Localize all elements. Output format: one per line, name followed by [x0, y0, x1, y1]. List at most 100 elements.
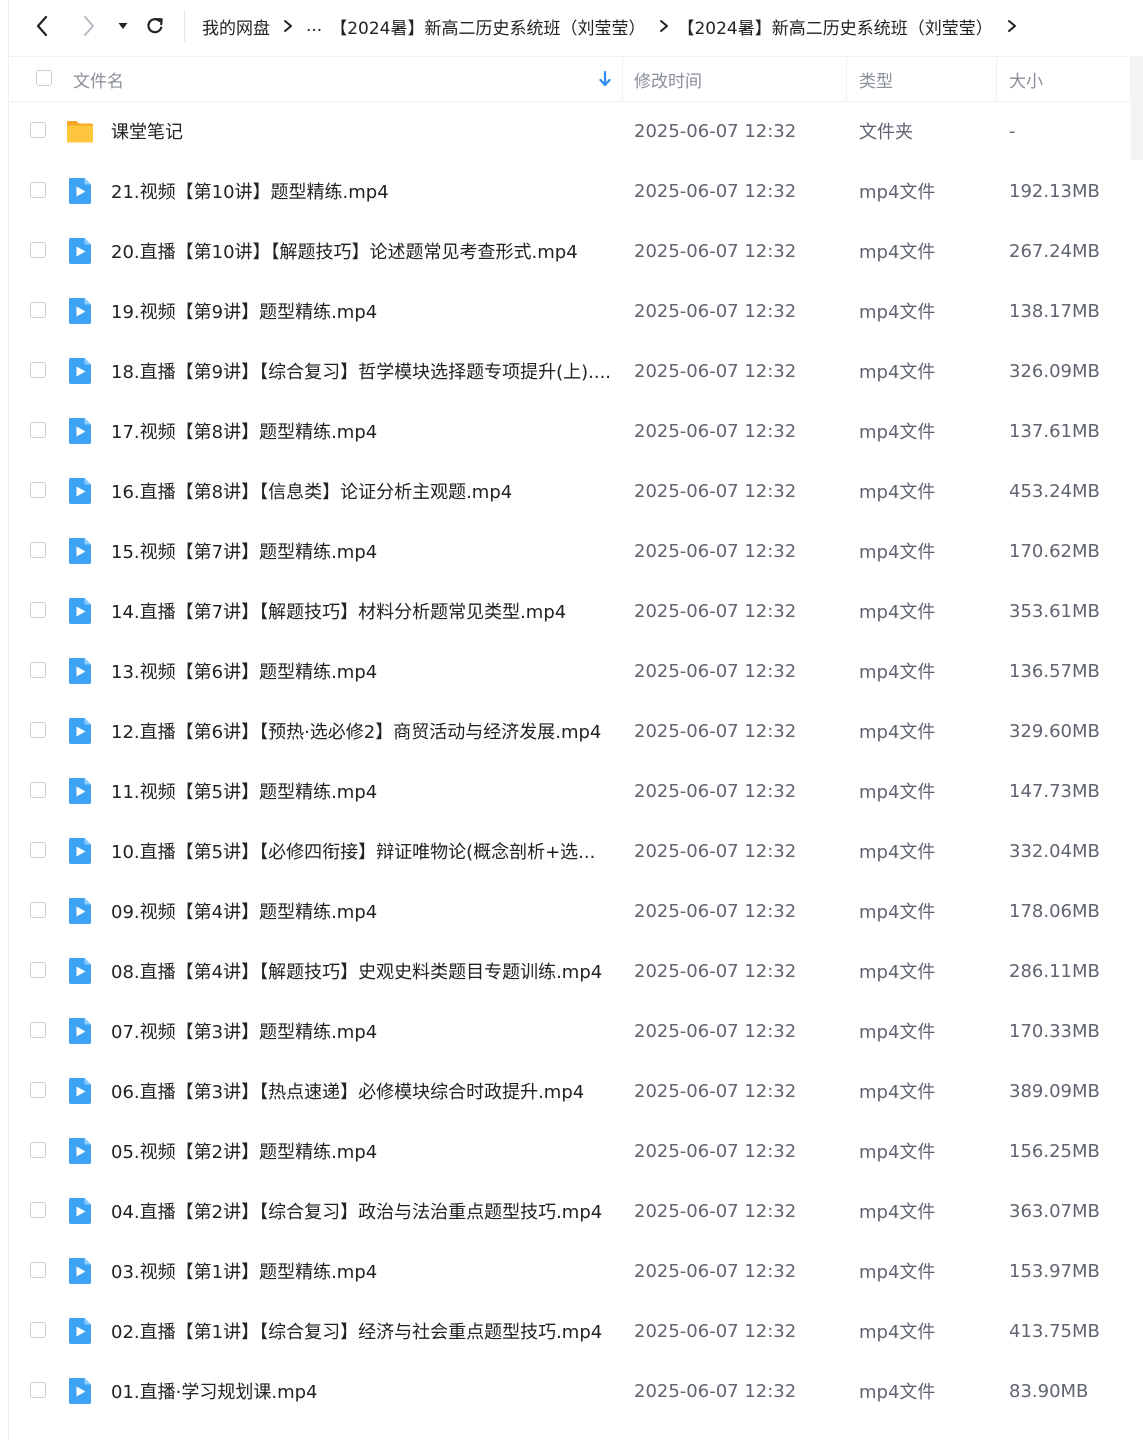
row-checkbox[interactable]: [30, 242, 46, 258]
file-name[interactable]: 04.直播【第2讲】【综合复习】政治与法治重点题型技巧.mp4: [111, 1181, 611, 1241]
row-checkbox[interactable]: [30, 662, 46, 678]
table-row[interactable]: 03.视频【第1讲】题型精练.mp4 2025-06-07 12:32 mp4文件 1…: [10, 1241, 1130, 1301]
column-header-type[interactable]: 类型: [859, 57, 893, 101]
table-row[interactable]: 17.视频【第8讲】题型精练.mp4 2025-06-07 12:32 mp4文件 1…: [10, 401, 1130, 461]
table-row[interactable]: 04.直播【第2讲】【综合复习】政治与法治重点题型技巧.mp4 2025-06-0…: [10, 1181, 1130, 1241]
file-modified: 2025-06-07 12:32: [634, 1020, 797, 1042]
table-row[interactable]: 13.视频【第6讲】题型精练.mp4 2025-06-07 12:32 mp4文件 1…: [10, 641, 1130, 701]
column-divider[interactable]: [996, 57, 997, 101]
file-name[interactable]: 07.视频【第3讲】题型精练.mp4: [111, 1001, 611, 1061]
row-checkbox[interactable]: [30, 542, 46, 558]
file-size: 363.07MB: [1009, 1200, 1100, 1222]
chevron-right-icon[interactable]: [1007, 19, 1017, 33]
column-header-name[interactable]: 文件名: [73, 57, 124, 101]
breadcrumb-item-ellipsis[interactable]: ...: [306, 16, 322, 36]
file-modified: 2025-06-07 12:32: [634, 840, 797, 862]
row-checkbox[interactable]: [30, 1262, 46, 1278]
file-name[interactable]: 17.视频【第8讲】题型精练.mp4: [111, 401, 611, 461]
row-checkbox[interactable]: [30, 1082, 46, 1098]
table-row[interactable]: 01.直播·学习规划课.mp4 2025-06-07 12:32 mp4文件 83.9…: [10, 1361, 1130, 1421]
file-name[interactable]: 02.直播【第1讲】【综合复习】经济与社会重点题型技巧.mp4: [111, 1301, 611, 1361]
file-name[interactable]: 05.视频【第2讲】题型精练.mp4: [111, 1121, 611, 1181]
file-name[interactable]: 03.视频【第1讲】题型精练.mp4: [111, 1241, 611, 1301]
table-row[interactable]: 07.视频【第3讲】题型精练.mp4 2025-06-07 12:32 mp4文件 1…: [10, 1001, 1130, 1061]
file-modified: 2025-06-07 12:32: [634, 1080, 797, 1102]
file-name[interactable]: 06.直播【第3讲】【热点速递】必修模块综合时政提升.mp4: [111, 1061, 611, 1121]
row-checkbox[interactable]: [30, 362, 46, 378]
video-file-icon: [66, 837, 94, 865]
file-name[interactable]: 19.视频【第9讲】题型精练.mp4: [111, 281, 611, 341]
row-checkbox[interactable]: [30, 1382, 46, 1398]
back-button[interactable]: [28, 10, 56, 42]
file-name[interactable]: 21.视频【第10讲】题型精练.mp4: [111, 161, 611, 221]
file-name[interactable]: 12.直播【第6讲】【预热·选必修2】商贸活动与经济发展.mp4: [111, 701, 611, 761]
table-row[interactable]: 05.视频【第2讲】题型精练.mp4 2025-06-07 12:32 mp4文件 1…: [10, 1121, 1130, 1181]
table-row[interactable]: 18.直播【第9讲】【综合复习】哲学模块选择题专项提升(上).... 2025-0…: [10, 341, 1130, 401]
table-row[interactable]: 15.视频【第7讲】题型精练.mp4 2025-06-07 12:32 mp4文件 1…: [10, 521, 1130, 581]
file-modified: 2025-06-07 12:32: [634, 660, 797, 682]
sort-desc-icon[interactable]: [599, 57, 611, 101]
row-checkbox[interactable]: [30, 482, 46, 498]
table-row[interactable]: 14.直播【第7讲】【解题技巧】材料分析题常见类型.mp4 2025-06-07 …: [10, 581, 1130, 641]
table-row[interactable]: 20.直播【第10讲】【解题技巧】论述题常见考查形式.mp4 2025-06-07…: [10, 221, 1130, 281]
file-name[interactable]: 09.视频【第4讲】题型精练.mp4: [111, 881, 611, 941]
row-checkbox[interactable]: [30, 602, 46, 618]
video-file-icon: [66, 537, 94, 565]
file-type: mp4文件: [859, 842, 936, 863]
forward-button[interactable]: [75, 10, 103, 42]
breadcrumb-item-current[interactable]: 【2024暑】新高二历史系统班（刘莹莹）: [677, 14, 992, 39]
row-checkbox[interactable]: [30, 1142, 46, 1158]
file-modified: 2025-06-07 12:32: [634, 540, 797, 562]
row-checkbox[interactable]: [30, 782, 46, 798]
file-name-text: 01.直播·学习规划课.mp4: [111, 1382, 318, 1403]
file-name[interactable]: 10.直播【第5讲】【必修四衔接】辩证唯物论(概念剖析+选...: [111, 821, 611, 881]
history-dropdown-button[interactable]: [110, 10, 136, 42]
table-row[interactable]: 12.直播【第6讲】【预热·选必修2】商贸活动与经济发展.mp4 2025-06-…: [10, 701, 1130, 761]
table-row[interactable]: 21.视频【第10讲】题型精练.mp4 2025-06-07 12:32 mp4文件…: [10, 161, 1130, 221]
file-name[interactable]: 课堂笔记: [111, 101, 611, 161]
video-file-icon: [66, 657, 94, 685]
table-row[interactable]: 02.直播【第1讲】【综合复习】经济与社会重点题型技巧.mp4 2025-06-0…: [10, 1301, 1130, 1361]
file-size: 170.62MB: [1009, 540, 1100, 562]
row-checkbox[interactable]: [30, 182, 46, 198]
row-checkbox[interactable]: [30, 122, 46, 138]
file-type: mp4文件: [859, 242, 936, 263]
row-checkbox[interactable]: [30, 962, 46, 978]
select-all-checkbox[interactable]: [36, 70, 52, 86]
table-row[interactable]: 19.视频【第9讲】题型精练.mp4 2025-06-07 12:32 mp4文件 1…: [10, 281, 1130, 341]
table-row[interactable]: 08.直播【第4讲】【解题技巧】史观史料类题目专题训练.mp4 2025-06-0…: [10, 941, 1130, 1001]
file-name[interactable]: 11.视频【第5讲】题型精练.mp4: [111, 761, 611, 821]
row-checkbox[interactable]: [30, 1322, 46, 1338]
file-name[interactable]: 08.直播【第4讲】【解题技巧】史观史料类题目专题训练.mp4: [111, 941, 611, 1001]
scrollbar-thumb[interactable]: [1131, 56, 1143, 160]
left-border: [8, 0, 9, 1440]
table-row[interactable]: 09.视频【第4讲】题型精练.mp4 2025-06-07 12:32 mp4文件 1…: [10, 881, 1130, 941]
column-header-size[interactable]: 大小: [1009, 57, 1043, 101]
table-row[interactable]: 10.直播【第5讲】【必修四衔接】辩证唯物论(概念剖析+选... 2025-06-…: [10, 821, 1130, 881]
file-name[interactable]: 20.直播【第10讲】【解题技巧】论述题常见考查形式.mp4: [111, 221, 611, 281]
table-row[interactable]: 11.视频【第5讲】题型精练.mp4 2025-06-07 12:32 mp4文件 1…: [10, 761, 1130, 821]
row-checkbox[interactable]: [30, 422, 46, 438]
table-row[interactable]: 16.直播【第8讲】【信息类】论证分析主观题.mp4 2025-06-07 12:…: [10, 461, 1130, 521]
row-checkbox[interactable]: [30, 902, 46, 918]
file-name[interactable]: 13.视频【第6讲】题型精练.mp4: [111, 641, 611, 701]
file-name[interactable]: 18.直播【第9讲】【综合复习】哲学模块选择题专项提升(上)....: [111, 341, 611, 401]
breadcrumb-item-parent[interactable]: 【2024暑】新高二历史系统班（刘莹莹）: [330, 14, 645, 39]
table-row[interactable]: 课堂笔记 2025-06-07 12:32 文件夹 -: [10, 101, 1130, 161]
row-checkbox[interactable]: [30, 722, 46, 738]
row-checkbox[interactable]: [30, 302, 46, 318]
file-name[interactable]: 14.直播【第7讲】【解题技巧】材料分析题常见类型.mp4: [111, 581, 611, 641]
column-divider[interactable]: [622, 57, 623, 101]
file-name[interactable]: 16.直播【第8讲】【信息类】论证分析主观题.mp4: [111, 461, 611, 521]
table-row[interactable]: 06.直播【第3讲】【热点速递】必修模块综合时政提升.mp4 2025-06-07…: [10, 1061, 1130, 1121]
file-name[interactable]: 15.视频【第7讲】题型精练.mp4: [111, 521, 611, 581]
column-header-modified[interactable]: 修改时间: [634, 57, 702, 101]
column-divider[interactable]: [846, 57, 847, 101]
refresh-button[interactable]: [141, 10, 169, 42]
file-name[interactable]: 01.直播·学习规划课.mp4: [111, 1361, 611, 1421]
row-checkbox[interactable]: [30, 1202, 46, 1218]
row-checkbox[interactable]: [30, 842, 46, 858]
breadcrumb-item-home[interactable]: 我的网盘: [202, 14, 270, 39]
row-checkbox[interactable]: [30, 1022, 46, 1038]
file-size: 178.06MB: [1009, 900, 1100, 922]
